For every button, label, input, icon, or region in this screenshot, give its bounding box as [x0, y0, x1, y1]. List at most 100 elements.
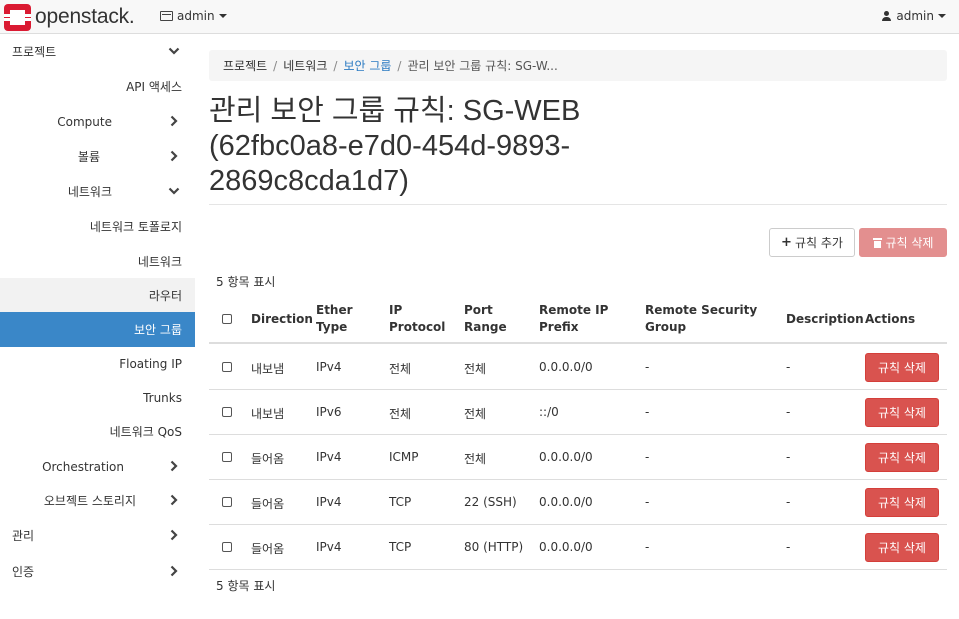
sidebar-item-label: 네트워크: [67, 185, 112, 199]
row-checkbox[interactable]: [222, 407, 232, 417]
project-switcher[interactable]: admin: [160, 9, 227, 23]
cell-ether-type: IPv6: [316, 405, 342, 419]
header-description[interactable]: Description: [786, 311, 864, 328]
header-ip-protocol[interactable]: IP Protocol: [389, 302, 445, 336]
cell-remote-prefix: ::/0: [539, 405, 559, 419]
breadcrumb-network[interactable]: 네트워크: [283, 57, 327, 74]
delete-rules-label: 규칙 삭제: [885, 236, 934, 250]
chevron-down-icon: [168, 47, 180, 55]
header-text: Range: [464, 320, 507, 334]
sidebar-item-project[interactable]: 프로젝트: [0, 34, 195, 69]
openstack-logo[interactable]: openstack.: [4, 3, 135, 31]
page-title-line: 2869c8cda1d7): [209, 165, 409, 197]
cell-ether-type: IPv4: [316, 360, 342, 374]
select-all-checkbox[interactable]: [222, 314, 232, 324]
delete-rule-button[interactable]: 규칙 삭제: [865, 533, 939, 562]
cell-port-range: 전체: [464, 407, 487, 421]
sidebar-item-volumes[interactable]: 볼륨: [0, 139, 195, 174]
project-icon: [160, 11, 173, 21]
add-rule-button[interactable]: + 규칙 추가: [769, 228, 855, 257]
row-checkbox[interactable]: [222, 362, 232, 372]
sidebar-item-orchestration[interactable]: Orchestration: [0, 449, 195, 484]
cell-remote-group: -: [645, 405, 650, 419]
sidebar-item-networks[interactable]: 네트워크: [0, 244, 195, 279]
sidebar-item-label: 네트워크 QoS: [109, 425, 182, 439]
cell-protocol: TCP: [389, 495, 412, 509]
sidebar-item-trunks[interactable]: Trunks: [0, 380, 195, 415]
sidebar-item-network-qos[interactable]: 네트워크 QoS: [0, 414, 195, 449]
sidebar: 프로젝트 API 액세스 Compute 볼륨 네트워크 네트워크 토폴로지 네…: [0, 34, 195, 619]
cell-direction: 내보냄: [251, 362, 285, 376]
cell-remote-group: -: [645, 540, 650, 554]
header-text: Remote IP: [539, 303, 609, 317]
user-menu[interactable]: admin: [882, 9, 946, 23]
title-divider: [209, 204, 947, 205]
cell-protocol: 전체: [389, 362, 412, 376]
header-remote-security-group[interactable]: Remote Security Group: [645, 302, 757, 336]
item-count-bottom: 5 항목 표시: [216, 579, 276, 593]
sidebar-item-routers[interactable]: 라우터: [0, 278, 195, 313]
sidebar-item-label: Orchestration: [42, 459, 124, 474]
header-text: IP: [389, 303, 403, 317]
table-row: 내보냄 IPv4 전체 전체 0.0.0.0/0 - - 규칙 삭제: [209, 345, 947, 390]
delete-rule-button[interactable]: 규칙 삭제: [865, 353, 939, 382]
sidebar-item-api-access[interactable]: API 액세스: [0, 69, 195, 104]
cell-description: -: [786, 450, 791, 464]
cell-remote-group: -: [645, 450, 650, 464]
header-direction[interactable]: Direction: [251, 311, 313, 328]
cell-port-range: 전체: [464, 362, 487, 376]
top-navbar: openstack. admin admin: [0, 0, 959, 34]
header-text: Group: [645, 320, 687, 334]
cell-description: -: [786, 540, 791, 554]
chevron-right-icon: [170, 529, 178, 541]
sidebar-item-floating-ips[interactable]: Floating IP: [0, 346, 195, 381]
sidebar-item-label: 네트워크 토폴로지: [89, 220, 182, 234]
breadcrumb-security-groups[interactable]: 보안 그룹: [343, 57, 391, 74]
user-name: admin: [896, 9, 934, 23]
breadcrumb-project[interactable]: 프로젝트: [223, 57, 267, 74]
row-checkbox[interactable]: [222, 542, 232, 552]
sidebar-item-label: 라우터: [148, 289, 182, 303]
cell-description: -: [786, 360, 791, 374]
row-checkbox[interactable]: [222, 452, 232, 462]
sidebar-item-label: 보안 그룹: [134, 323, 182, 337]
cell-direction: 들어옴: [251, 542, 285, 556]
cell-direction: 들어옴: [251, 452, 285, 466]
cell-protocol: 전체: [389, 407, 412, 421]
sidebar-item-identity[interactable]: 인증: [0, 554, 195, 589]
row-checkbox[interactable]: [222, 497, 232, 507]
openstack-logo-icon: [4, 3, 31, 31]
sidebar-item-object-storage[interactable]: 오브젝트 스토리지: [0, 483, 195, 518]
sidebar-item-security-groups[interactable]: 보안 그룹: [0, 312, 195, 347]
header-remote-ip-prefix[interactable]: Remote IP Prefix: [539, 302, 608, 336]
sidebar-item-label: 인증: [12, 565, 35, 579]
breadcrumb-separator: /: [397, 58, 402, 73]
chevron-right-icon: [170, 494, 178, 506]
delete-rules-button[interactable]: 규칙 삭제: [859, 228, 947, 257]
header-ether-type[interactable]: Ether Type: [316, 302, 353, 336]
chevron-right-icon: [170, 115, 178, 127]
header-text: Ether: [316, 303, 353, 317]
cell-protocol: TCP: [389, 540, 412, 554]
header-port-range[interactable]: Port Range: [464, 302, 507, 336]
sidebar-item-network-topology[interactable]: 네트워크 토폴로지: [0, 209, 195, 244]
chevron-right-icon: [170, 150, 178, 162]
sidebar-item-label: Trunks: [143, 390, 182, 405]
cell-remote-group: -: [645, 495, 650, 509]
table-row: 들어옴 IPv4 TCP 22 (SSH) 0.0.0.0/0 - - 규칙 삭…: [209, 480, 947, 525]
sidebar-item-network[interactable]: 네트워크: [0, 174, 195, 209]
sidebar-item-compute[interactable]: Compute: [0, 104, 195, 139]
plus-icon: +: [781, 235, 792, 250]
cell-ether-type: IPv4: [316, 450, 342, 464]
delete-rule-button[interactable]: 규칙 삭제: [865, 398, 939, 427]
delete-rule-button[interactable]: 규칙 삭제: [865, 488, 939, 517]
delete-rule-button[interactable]: 규칙 삭제: [865, 443, 939, 472]
page-title: 관리 보안 그룹 규칙: SG-WEB (62fbc0a8-e7d0-454d-…: [209, 94, 629, 199]
sidebar-item-label: API 액세스: [126, 80, 182, 94]
sidebar-item-admin[interactable]: 관리: [0, 518, 195, 553]
breadcrumb: 프로젝트 / 네트워크 / 보안 그룹 / 관리 보안 그룹 규칙: SG-W.…: [209, 50, 947, 81]
sidebar-item-label: Floating IP: [119, 356, 182, 371]
cell-ether-type: IPv4: [316, 540, 342, 554]
header-text: Prefix: [539, 320, 579, 334]
trash-icon: [872, 237, 882, 248]
